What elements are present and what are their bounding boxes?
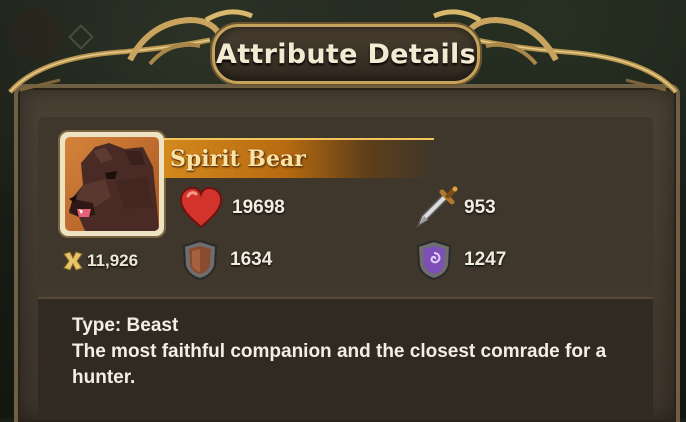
magic-shield-icon	[416, 239, 452, 281]
stat-attack: 953	[414, 186, 496, 230]
title-plate: Attribute Details	[212, 24, 480, 84]
unit-name: Spirit Bear	[170, 146, 306, 172]
sword-icon	[416, 186, 458, 229]
shield-icon	[182, 239, 218, 281]
unit-portrait-frame[interactable]	[60, 132, 164, 236]
power-value: 11,926	[87, 251, 139, 270]
stat-attack-value: 953	[464, 197, 496, 218]
power-icon	[63, 251, 83, 271]
unit-name-banner: Spirit Bear	[164, 138, 434, 178]
stat-defense-value: 1634	[230, 249, 273, 270]
heart-icon	[179, 186, 223, 229]
bear-portrait-icon	[69, 143, 159, 231]
description-box: Type: Beast The most faithful companion …	[38, 297, 653, 420]
unit-portrait	[65, 137, 159, 231]
stat-magic-defense-value: 1247	[464, 249, 507, 270]
unit-description: The most faithful companion and the clos…	[72, 341, 607, 388]
power-indicator: 11,926	[62, 250, 138, 272]
stat-defense: 1634	[180, 239, 272, 281]
stat-hp-value: 19698	[232, 197, 285, 218]
window-title: Attribute Details	[216, 38, 476, 70]
stat-hp: 19698	[178, 186, 285, 230]
unit-type: Type: Beast	[72, 315, 179, 336]
stat-magic-defense: 1247	[414, 239, 506, 281]
